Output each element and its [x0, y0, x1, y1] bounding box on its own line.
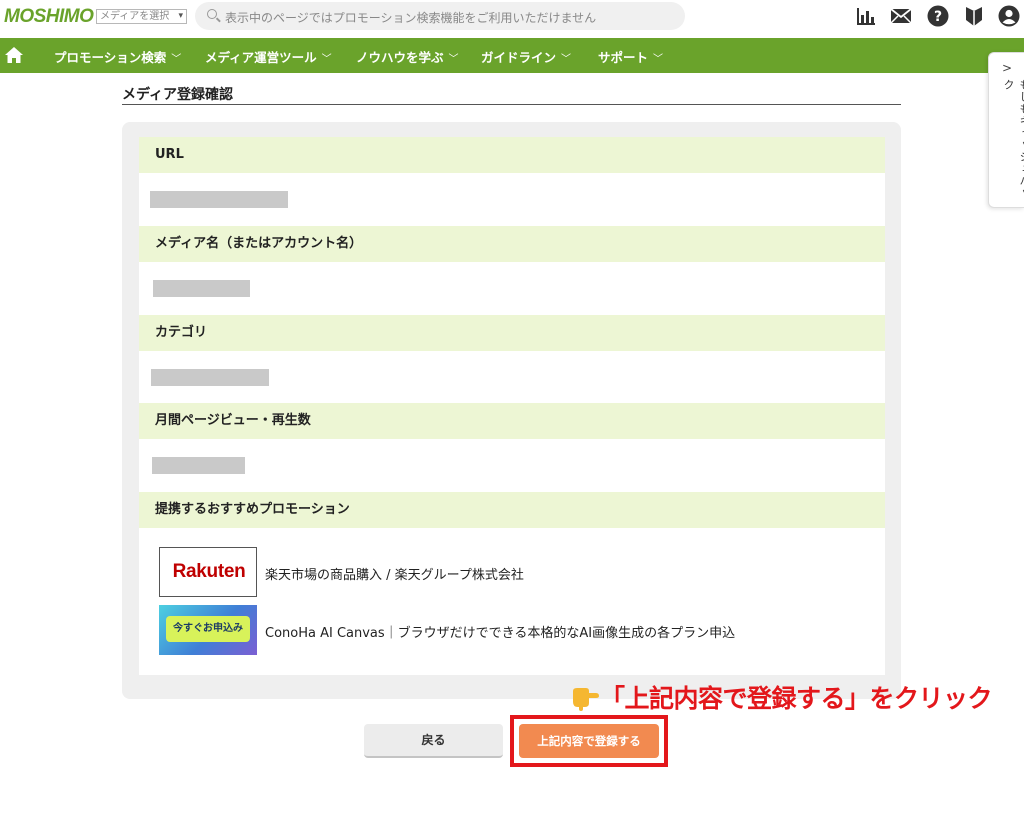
redacted-media-name-value [153, 280, 250, 297]
back-button[interactable]: 戻る [364, 724, 503, 758]
redacted-category-value [151, 369, 269, 386]
moshimo-logo[interactable]: MOSHIMO [4, 6, 94, 28]
promotion-text-rakuten: 楽天市場の商品購入 / 楽天グループ株式会社 [265, 568, 524, 583]
nav-item-promotion-search[interactable]: プロモーション検索 ﹀ [54, 47, 181, 66]
main-nav: プロモーション検索 ﹀ メディア運営ツール ﹀ ノウハウを学ぶ ﹀ ガイドライン ﹀ サ… [0, 38, 1024, 73]
svg-text:?: ? [934, 9, 942, 25]
apply-now-badge: 今すぐお申込み [166, 616, 250, 642]
section-header-monthly-pv: 月間ページビュー・再生数 [139, 403, 885, 439]
section-header-media-name: メディア名（またはアカウント名） [139, 226, 885, 262]
rakuten-logo[interactable]: Rakuten [159, 547, 257, 597]
promotion-text-conoha: ConoHa AI Canvas｜ブラウザだけでできる本格的なAI画像生成の各プ… [265, 626, 736, 641]
side-tab-label: もしもキャッシュバック [1002, 79, 1024, 199]
register-button[interactable]: 上記内容で登録する [519, 724, 659, 758]
page-title: メディア登録確認 [122, 87, 234, 103]
confirmation-table: URL メディア名（またはアカウント名） カテゴリ 月間ページビュー・再生数 提… [139, 137, 885, 675]
top-bar: MOSHIMO メディアを選択 ▾ 表示中のページではプロモーション検索機能をご… [0, 0, 1024, 34]
home-icon[interactable] [4, 45, 24, 65]
chevron-down-icon: ﹀ [321, 54, 332, 65]
pointing-hand-icon [573, 688, 599, 711]
chevron-down-icon: ﹀ [448, 54, 459, 65]
search-input[interactable]: 表示中のページではプロモーション検索機能をご利用いただけません [195, 2, 685, 30]
chevron-down-icon: ▾ [178, 11, 183, 21]
nav-item-learn-knowhow[interactable]: ノウハウを学ぶ ﹀ [356, 47, 459, 66]
beginner-mark-icon[interactable] [962, 4, 986, 28]
help-icon[interactable]: ? [926, 4, 950, 28]
bar-chart-icon[interactable] [854, 4, 878, 28]
redacted-monthly-pv-value [152, 457, 245, 474]
conoha-banner[interactable]: 今すぐお申込み [159, 605, 257, 655]
nav-item-media-tools[interactable]: メディア運営ツール ﹀ [205, 47, 332, 66]
nav-item-support[interactable]: サポート ﹀ [598, 47, 663, 66]
section-header-promotions: 提携するおすすめプロモーション [139, 492, 885, 528]
chevron-down-icon: ﹀ [561, 54, 572, 65]
mail-icon[interactable] [889, 4, 913, 28]
media-select-value: メディアを選択 [100, 11, 170, 22]
title-divider [122, 104, 901, 105]
media-select[interactable]: メディアを選択 ▾ [96, 9, 187, 24]
user-icon[interactable] [997, 4, 1021, 28]
section-header-url: URL [139, 137, 885, 173]
annotation-text: 「上記内容で登録する」をクリック [600, 684, 993, 713]
search-placeholder: 表示中のページではプロモーション検索機能をご利用いただけません [225, 11, 597, 25]
chevron-down-icon: ﹀ [171, 54, 182, 65]
search-icon [207, 9, 217, 19]
chevron-down-icon: ﹀ [653, 54, 664, 65]
redacted-url-value [150, 191, 288, 208]
nav-item-guideline[interactable]: ガイドライン ﹀ [481, 47, 571, 66]
cashback-side-tab[interactable]: > もしもキャッシュバック [988, 52, 1024, 208]
confirmation-card: URL メディア名（またはアカウント名） カテゴリ 月間ページビュー・再生数 提… [122, 122, 901, 699]
section-header-category: カテゴリ [139, 315, 885, 351]
chevron-right-icon: > [1002, 61, 1013, 75]
